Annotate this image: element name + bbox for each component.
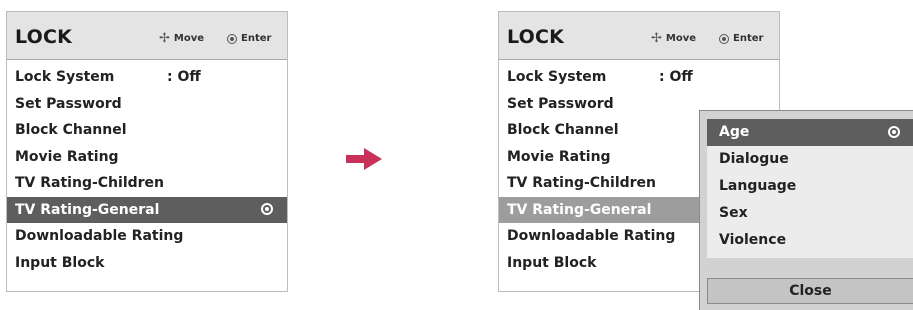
four-way-arrow-icon: ✢: [159, 30, 170, 46]
enter-circle-icon: [719, 33, 729, 44]
menu-item-label: Downloadable Rating: [15, 228, 184, 244]
move-hint-label: Move: [173, 33, 205, 44]
menu-item-label: Block Channel: [507, 122, 619, 138]
enter-hint: Enter: [227, 33, 271, 44]
menu-item-label: Set Password: [507, 95, 614, 112]
menu-item-block-channel[interactable]: Block Channel: [7, 117, 287, 144]
close-button[interactable]: Close: [707, 278, 913, 304]
menu-item-downloadable-rating[interactable]: Downloadable Rating: [7, 223, 287, 250]
menu-item-tv-rating-children[interactable]: TV Rating-Children: [7, 170, 287, 197]
submenu-item-label: Language: [719, 178, 797, 194]
menu-item-label: Input Block: [507, 254, 597, 271]
menu-item-tv-rating-general[interactable]: TV Rating-General: [7, 196, 287, 223]
menu-item-movie-rating[interactable]: Movie Rating: [7, 144, 287, 171]
menu-item-lock-system[interactable]: Lock System : Off: [7, 64, 287, 91]
enter-circle-icon: [227, 33, 237, 44]
menu-header: LOCK ✢ Move Enter: [499, 12, 779, 60]
menu-header: LOCK ✢ Move Enter: [7, 12, 287, 60]
selected-radio-icon: [261, 202, 273, 215]
four-way-arrow-icon: ✢: [651, 30, 662, 46]
menu-item-value: : Off: [659, 69, 693, 85]
menu-item-label: TV Rating-Children: [507, 175, 657, 191]
submenu-item-age[interactable]: Age: [707, 119, 913, 146]
enter-hint-label: Enter: [733, 33, 764, 44]
lock-menu-list: Lock System : Off Set Password Block Cha…: [7, 64, 287, 276]
menu-item-label: TV Rating-General: [507, 201, 652, 218]
menu-item-label: Block Channel: [15, 122, 127, 138]
enter-hint: Enter: [719, 33, 763, 44]
menu-item-label: TV Rating-Children: [15, 175, 165, 191]
menu-item-lock-system[interactable]: Lock System : Off: [499, 64, 779, 91]
submenu-item-language[interactable]: Language: [707, 173, 913, 200]
menu-item-label: Downloadable Rating: [507, 228, 676, 244]
menu-item-label: Movie Rating: [15, 148, 119, 165]
menu-item-label: Set Password: [15, 95, 122, 112]
move-hint: ✢ Move: [651, 30, 697, 46]
selected-radio-icon: [888, 126, 900, 138]
submenu-item-label: Dialogue: [719, 151, 789, 167]
menu-item-label: Movie Rating: [507, 148, 611, 165]
menu-item-value: : Off: [167, 69, 201, 85]
right-arrow-icon: [346, 148, 382, 170]
move-hint: ✢ Move: [159, 30, 205, 46]
tv-rating-general-submenu: Age Dialogue Language Sex Violence Close: [699, 110, 913, 310]
enter-hint-label: Enter: [241, 33, 272, 44]
submenu-item-label: Violence: [719, 232, 787, 248]
lock-menu-panel-before: LOCK ✢ Move Enter Lock System : Off Set …: [6, 11, 288, 292]
menu-title: LOCK: [507, 26, 565, 48]
submenu-item-violence[interactable]: Violence: [707, 227, 913, 254]
menu-item-label: Lock System: [15, 69, 115, 85]
submenu-item-label: Sex: [719, 205, 748, 221]
submenu-item-dialogue[interactable]: Dialogue: [707, 146, 913, 173]
menu-item-set-password[interactable]: Set Password: [7, 91, 287, 118]
menu-item-label: Input Block: [15, 254, 105, 271]
submenu-list: Age Dialogue Language Sex Violence: [707, 119, 913, 258]
submenu-item-label: Age: [719, 124, 750, 140]
menu-item-label: TV Rating-General: [15, 201, 160, 218]
submenu-item-sex[interactable]: Sex: [707, 200, 913, 227]
menu-title: LOCK: [15, 26, 73, 48]
move-hint-label: Move: [665, 33, 697, 44]
menu-item-label: Lock System: [507, 69, 607, 85]
menu-item-input-block[interactable]: Input Block: [7, 250, 287, 277]
